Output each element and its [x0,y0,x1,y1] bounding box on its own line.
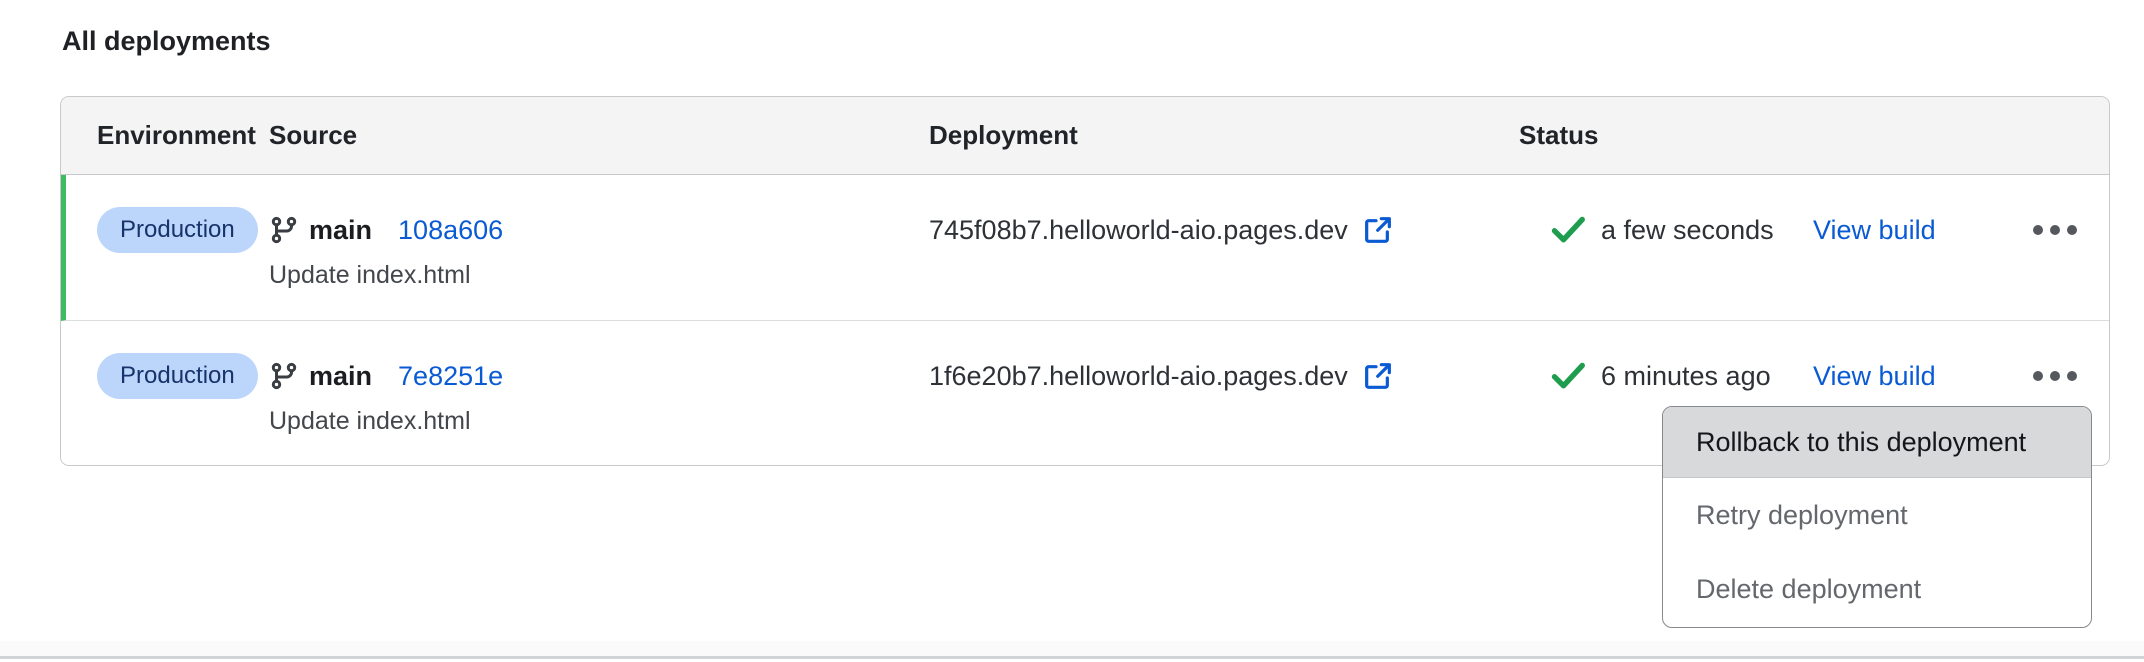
status-cell: 6 minutes ago View build [1519,353,2109,399]
commit-link[interactable]: 7e8251e [398,361,503,392]
horizontal-divider [0,656,2144,659]
git-branch-icon [269,359,299,393]
external-link-icon[interactable] [1362,214,1394,246]
table-header: Environment Source Deployment Status [61,97,2109,175]
status-time: a few seconds [1601,215,1813,246]
more-actions-button[interactable] [2031,363,2079,389]
column-header-deployment: Deployment [929,120,1519,151]
source-cell: main 108a606 Update index.html [269,207,929,290]
view-build-link[interactable]: View build [1813,361,1936,392]
deployments-page: All deployments Environment Source Deplo… [0,0,2144,662]
environment-badge: Production [97,353,258,399]
deployment-cell: 1f6e20b7.helloworld-aio.pages.dev [929,353,1519,399]
environment-badge: Production [97,207,258,253]
menu-item-rollback[interactable]: Rollback to this deployment [1663,407,2091,478]
branch-name: main [309,215,372,246]
deployment-url: 1f6e20b7.helloworld-aio.pages.dev [929,361,1348,392]
status-time: 6 minutes ago [1601,361,1813,392]
branch-name: main [309,361,372,392]
environment-cell: Production [97,207,269,253]
more-actions-button[interactable] [2031,217,2079,243]
external-link-icon[interactable] [1362,360,1394,392]
menu-item-retry[interactable]: Retry deployment [1663,478,2091,552]
environment-cell: Production [97,353,269,399]
deployment-url: 745f08b7.helloworld-aio.pages.dev [929,215,1348,246]
git-branch-icon [269,213,299,247]
column-header-status: Status [1519,120,2109,151]
source-cell: main 7e8251e Update index.html [269,353,929,436]
table-row: Production main 108a606 Update i [61,175,2109,321]
deployment-cell: 745f08b7.helloworld-aio.pages.dev [929,207,1519,253]
deployment-actions-menu: Rollback to this deployment Retry deploy… [1662,406,2092,628]
commit-message: Update index.html [269,407,929,436]
column-header-source: Source [269,120,929,151]
column-header-environment: Environment [97,120,269,151]
check-icon [1549,215,1587,245]
menu-item-delete[interactable]: Delete deployment [1663,552,2091,626]
commit-link[interactable]: 108a606 [398,215,503,246]
section-divider [0,641,2144,656]
view-build-link[interactable]: View build [1813,215,1936,246]
status-cell: a few seconds View build [1519,207,2109,253]
page-title: All deployments [62,26,271,57]
check-icon [1549,361,1587,391]
commit-message: Update index.html [269,261,929,290]
